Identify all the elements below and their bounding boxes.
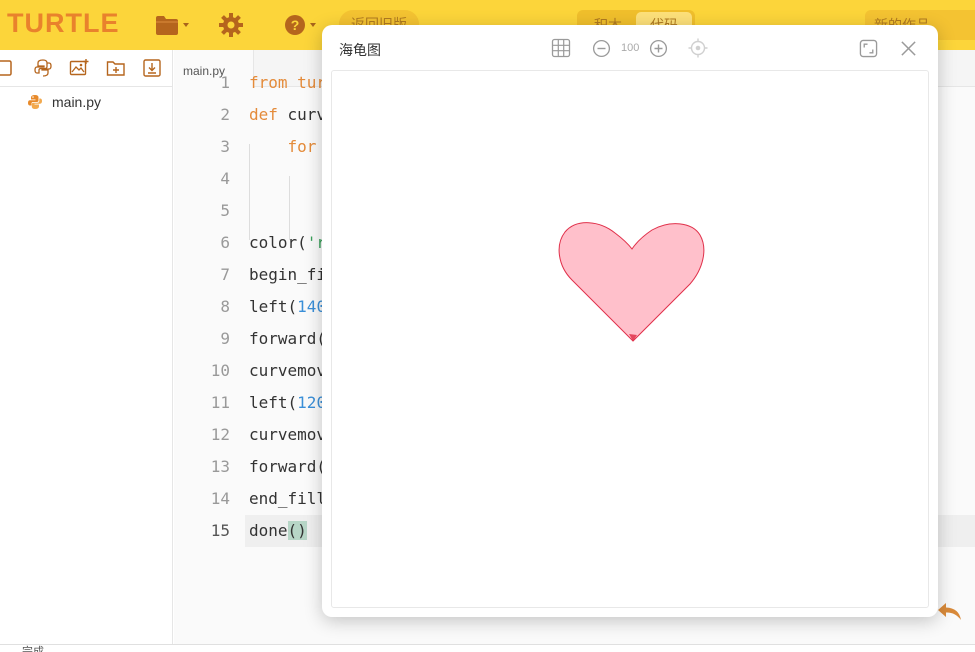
add-folder-icon[interactable] [106, 58, 126, 78]
settings-button[interactable] [219, 12, 243, 38]
line-number: 1 [220, 73, 230, 92]
line-number: 13 [210, 457, 230, 476]
zoom-out-icon [592, 39, 611, 57]
line-number: 12 [210, 425, 230, 444]
code-text: def curv [249, 105, 327, 124]
svg-text:?: ? [291, 17, 300, 33]
turtle-drawing [558, 222, 705, 342]
line-number: 4 [220, 169, 230, 188]
line-number: 5 [220, 201, 230, 220]
turtle-window: 海龟图 100 [322, 25, 938, 617]
status-bar: 完成 [0, 644, 975, 652]
close-icon [901, 40, 916, 56]
line-number: 8 [220, 297, 230, 316]
grid-toggle-button[interactable] [551, 37, 571, 59]
app-logo: TURTLE [7, 8, 120, 38]
zoom-level: 100 [621, 42, 640, 54]
grid-icon [551, 38, 571, 58]
sidebar-toolbar [0, 50, 172, 87]
zoom-in-button[interactable] [649, 37, 668, 59]
code-text: begin_fi [249, 265, 327, 284]
code-text: done() [249, 521, 307, 540]
code-text: end_fill [249, 489, 327, 508]
zoom-out-button[interactable] [592, 37, 611, 59]
line-number: 10 [210, 361, 230, 380]
code-text: forward( [249, 329, 327, 348]
status-text: 完成 [22, 646, 44, 652]
zoom-in-icon [649, 39, 668, 57]
line-number: 11 [210, 393, 230, 412]
undo-icon[interactable] [936, 600, 964, 622]
file-sidebar: main.py [0, 50, 173, 644]
gear-icon [219, 13, 243, 37]
line-number: 15 [210, 521, 230, 540]
fullscreen-icon [859, 39, 878, 57]
code-text: forward( [249, 457, 327, 476]
line-number: 14 [210, 489, 230, 508]
code-text: color('r [249, 233, 327, 252]
chevron-down-icon [183, 23, 189, 27]
line-number: 6 [220, 233, 230, 252]
chevron-down-icon [310, 23, 316, 27]
file-name: main.py [52, 94, 102, 110]
folder-icon [156, 16, 178, 35]
file-item-main-py[interactable]: main.py [27, 94, 101, 110]
add-image-icon[interactable] [69, 58, 89, 78]
line-number: 3 [220, 137, 230, 156]
python-icon [28, 95, 42, 109]
python-file-icon[interactable] [33, 58, 53, 78]
heart-shape [558, 222, 705, 342]
line-number: 2 [220, 105, 230, 124]
fullscreen-button[interactable] [859, 37, 878, 59]
file-menu-button[interactable] [155, 12, 189, 38]
code-text: left(140 [249, 297, 327, 316]
code-text: curvemov [249, 425, 327, 444]
turtle-window-title: 海龟图 [339, 42, 381, 58]
turtle-canvas[interactable] [331, 70, 929, 608]
line-number: 7 [220, 265, 230, 284]
code-text: for [249, 137, 317, 156]
locate-icon [688, 38, 708, 58]
code-text: left(120 [249, 393, 327, 412]
download-icon[interactable] [142, 58, 162, 78]
code-text: curvemov [249, 361, 327, 380]
line-number: 9 [220, 329, 230, 348]
help-icon: ? [285, 15, 305, 35]
recenter-button[interactable] [688, 37, 708, 59]
close-button[interactable] [900, 37, 917, 59]
new-file-icon[interactable] [0, 58, 16, 78]
help-menu-button[interactable]: ? [284, 12, 316, 38]
